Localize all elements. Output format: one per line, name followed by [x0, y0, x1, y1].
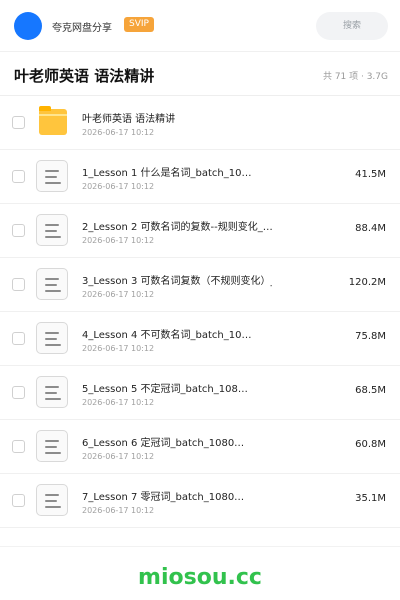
- file-row[interactable]: 2_Lesson 2 可数名词的复数--规则变化_… 2026-06-17 10:…: [0, 204, 400, 258]
- file-row[interactable]: 5_Lesson 5 不定冠词_batch_108… 2026-06-17 10:…: [0, 366, 400, 420]
- document-icon: [36, 430, 70, 464]
- item-size: 60.8M: [355, 439, 386, 450]
- file-list: 叶老师英语 语法精讲 2026-06-17 10:12 1_Lesson 1 什么是…: [0, 96, 400, 528]
- footer: miosou.cc: [0, 546, 400, 600]
- file-row[interactable]: 6_Lesson 6 定冠词_batch_1080… 2026-06-17 10:…: [0, 420, 400, 474]
- folder-meta: 共 71 项 · 3.7G: [322, 72, 388, 82]
- row-checkbox[interactable]: [12, 278, 25, 291]
- item-date: 2026-06-17 10:12: [82, 344, 155, 353]
- item-name: 7_Lesson 7 零冠词_batch_1080…: [82, 492, 245, 503]
- folder-header: 叶老师英语 语法精讲 共 71 项 · 3.7G: [0, 52, 400, 96]
- item-size: 75.8M: [355, 331, 386, 342]
- row-checkbox[interactable]: [12, 224, 25, 237]
- top-bar: 夸克网盘分享 SVIP 搜索: [0, 0, 400, 52]
- file-row[interactable]: 3_Lesson 3 可数名词复数（不规则变化）_… 2026-06-17 10:…: [0, 258, 400, 312]
- item-size: 35.1M: [355, 493, 386, 504]
- document-icon: [36, 322, 70, 356]
- page-title: 叶老师英语 语法精讲: [14, 67, 155, 85]
- item-size: 88.4M: [355, 223, 386, 234]
- file-row[interactable]: 4_Lesson 4 不可数名词_batch_10… 2026-06-17 10:…: [0, 312, 400, 366]
- item-name: 4_Lesson 4 不可数名词_batch_10…: [82, 330, 252, 341]
- item-name: 2_Lesson 2 可数名词的复数--规则变化_…: [82, 222, 272, 233]
- row-checkbox[interactable]: [12, 494, 25, 507]
- document-icon: [36, 268, 70, 302]
- item-date: 2026-06-17 10:12: [82, 236, 155, 245]
- item-date: 2026-06-17 10:12: [82, 182, 155, 191]
- file-row[interactable]: 1_Lesson 1 什么是名词_batch_10… 2026-06-17 10:…: [0, 150, 400, 204]
- item-size: 41.5M: [355, 169, 386, 180]
- item-date: 2026-06-17 10:12: [82, 452, 155, 461]
- share-owner-name: 夸克网盘分享: [52, 23, 112, 34]
- row-checkbox[interactable]: [12, 170, 25, 183]
- document-icon: [36, 214, 70, 248]
- item-name: 5_Lesson 5 不定冠词_batch_108…: [82, 384, 248, 395]
- document-icon: [36, 160, 70, 194]
- search-input[interactable]: 搜索: [316, 12, 388, 40]
- document-icon: [36, 376, 70, 410]
- brand-watermark: miosou.cc: [138, 565, 262, 590]
- item-date: 2026-06-17 10:12: [82, 128, 155, 137]
- svip-badge: SVIP: [124, 17, 154, 32]
- item-date: 2026-06-17 10:12: [82, 290, 155, 299]
- file-row[interactable]: 7_Lesson 7 零冠词_batch_1080… 2026-06-17 10:…: [0, 474, 400, 528]
- avatar[interactable]: [14, 12, 42, 40]
- item-name: 6_Lesson 6 定冠词_batch_1080…: [82, 438, 245, 449]
- row-checkbox[interactable]: [12, 116, 25, 129]
- document-icon: [36, 484, 70, 518]
- row-checkbox[interactable]: [12, 440, 25, 453]
- folder-row[interactable]: 叶老师英语 语法精讲 2026-06-17 10:12: [0, 96, 400, 150]
- item-date: 2026-06-17 10:12: [82, 398, 155, 407]
- item-size: 68.5M: [355, 385, 386, 396]
- item-name: 3_Lesson 3 可数名词复数（不规则变化）_…: [82, 276, 272, 287]
- item-name: 1_Lesson 1 什么是名词_batch_10…: [82, 168, 252, 179]
- row-checkbox[interactable]: [12, 386, 25, 399]
- folder-icon: [36, 106, 70, 140]
- item-name: 叶老师英语 语法精讲: [82, 114, 176, 125]
- item-size: 120.2M: [348, 277, 386, 288]
- item-date: 2026-06-17 10:12: [82, 506, 155, 515]
- row-checkbox[interactable]: [12, 332, 25, 345]
